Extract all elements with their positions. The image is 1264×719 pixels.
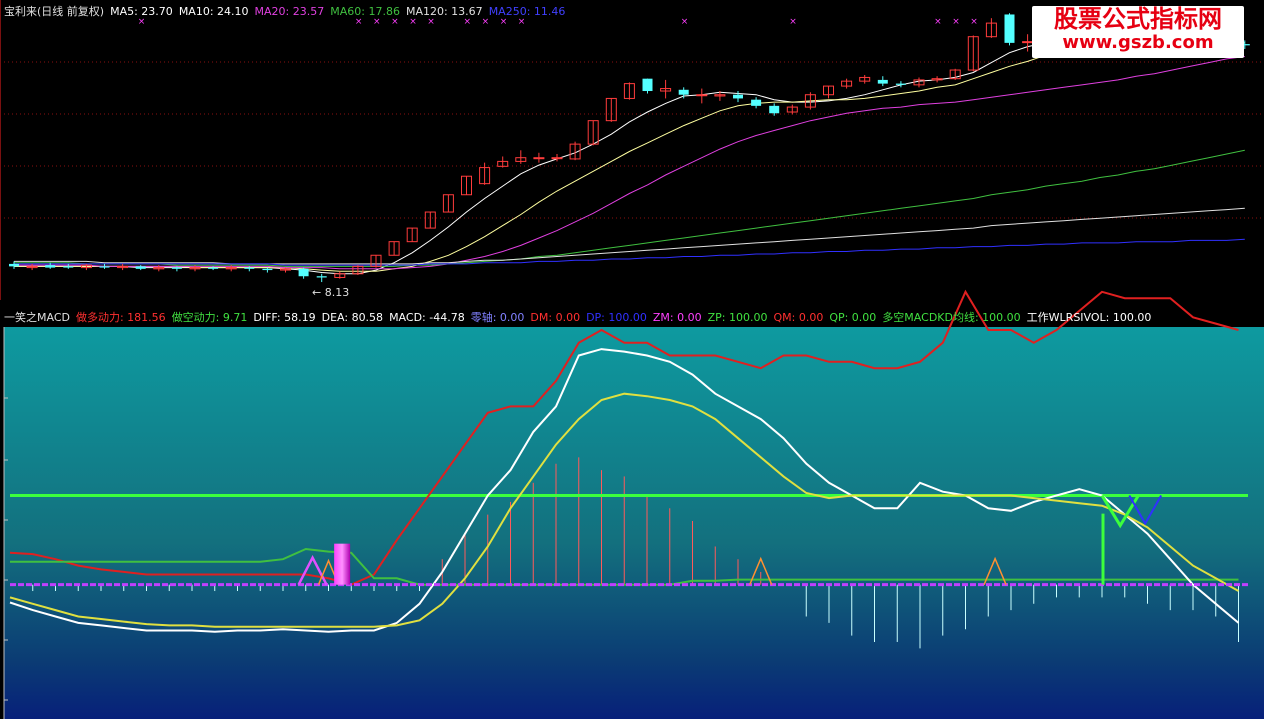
lower-legend-item: DP: 100.00: [586, 311, 647, 324]
upper-legend-item: MA60: 17.86: [330, 5, 400, 18]
upper-legend-item: MA20: 23.57: [254, 5, 325, 18]
lower-legend-item: QP: 0.00: [829, 311, 877, 324]
upper-legend-item: MA250: 11.46: [488, 5, 566, 18]
candle-body: [63, 266, 74, 268]
candle-body: [208, 267, 219, 269]
lower-legend-item: 一笑之MACD: [4, 311, 70, 324]
upper-legend-item: 宝利来(日线 前复权): [4, 5, 105, 18]
candle-body: [1004, 14, 1015, 43]
lower-legend-item: 工作WLRSIVOL: 100.00: [1026, 311, 1152, 324]
watermark-logo: 股票公式指标网 www.gszb.com: [1032, 6, 1244, 58]
lower-legend-item: 做空动力: 9.71: [171, 311, 248, 324]
lower-legend-item: ZM: 0.00: [652, 311, 702, 324]
candle-body: [733, 94, 743, 99]
watermark-title: 股票公式指标网: [1054, 5, 1222, 33]
candle-body: [895, 83, 906, 85]
candle-body: [551, 157, 563, 160]
candle-body: [171, 267, 182, 269]
candle-body: [769, 105, 780, 114]
signal-marker: ×: [789, 17, 797, 27]
lower-pane: [4, 327, 1264, 719]
watermark-url: www.gszb.com: [1062, 32, 1214, 53]
candle-body: [45, 265, 56, 268]
candle-body: [877, 79, 888, 84]
candle-body: [262, 268, 273, 271]
upper-legend-item: MA10: 24.10: [178, 5, 249, 18]
upper-legend-item: MA120: 13.67: [405, 5, 483, 18]
candle-body: [533, 157, 545, 160]
lower-legend-item: 做多动力: 181.56: [75, 311, 166, 324]
lower-legend-item: QM: 0.00: [773, 311, 824, 324]
low-price-label: ← 8.13: [312, 286, 349, 299]
lower-legend-item: DEA: 80.58: [321, 311, 384, 324]
upper-legend-item: MA5: 23.70: [110, 5, 173, 18]
candle-body: [642, 78, 653, 92]
candle-body: [751, 99, 762, 106]
signal-marker: ×: [681, 17, 689, 27]
lower-legend-item: 零轴: 0.00: [470, 311, 525, 324]
candle-body: [99, 266, 110, 268]
candle-body: [9, 263, 19, 267]
candle-body: [316, 276, 327, 278]
signal-marker: ×: [952, 17, 960, 27]
lower-legend: 一笑之MACD 做多动力: 181.56 做空动力: 9.71 DIFF: 58.19…: [4, 309, 1157, 325]
lower-legend-item: ZP: 100.00: [707, 311, 768, 324]
candle-body: [135, 266, 146, 269]
candle-body: [298, 268, 309, 277]
candle-body: [696, 94, 708, 97]
signal-marker: ×: [934, 17, 942, 27]
stock-chart[interactable]: × × × × × × × × × × × × × × × ← 8.13: [0, 0, 1264, 719]
candle-body: [678, 89, 689, 95]
lower-legend-item: DM: 0.00: [530, 311, 581, 324]
lower-legend-item: MACD: -44.78: [389, 311, 465, 324]
signal-marker: ×: [970, 17, 978, 27]
lower-legend-item: 多空MACDKD均线: 100.00: [882, 311, 1021, 324]
lower-legend-item: DIFF: 58.19: [253, 311, 316, 324]
pink-signal-bar: [334, 543, 351, 585]
candle-body: [244, 267, 255, 269]
upper-legend: 宝利来(日线 前复权) MA5: 23.70 MA10: 24.10 MA20: 23…: [4, 3, 571, 19]
